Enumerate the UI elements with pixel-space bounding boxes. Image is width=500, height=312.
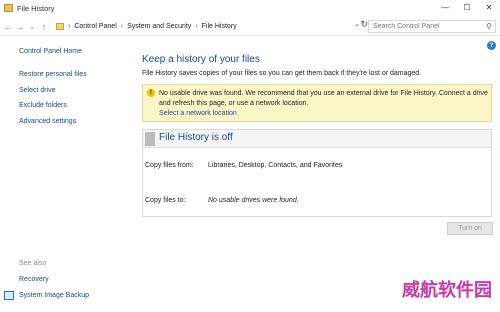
status-panel-header: File History is off: [143, 130, 491, 148]
warning-text: No usable drive was found. We recommend …: [159, 90, 488, 107]
status-title: File History is off: [159, 132, 233, 143]
control-panel-home-link[interactable]: Control Panel Home: [19, 48, 82, 55]
status-panel: File History is off Copy files from: Lib…: [142, 129, 492, 217]
control-panel-icon: [56, 23, 64, 30]
sidebar-item-restore-personal-files[interactable]: Restore personal files: [19, 71, 87, 78]
warning-icon: !: [147, 89, 155, 97]
maximize-button[interactable]: ☐: [456, 0, 478, 14]
refresh-icon[interactable]: ↻: [360, 19, 368, 30]
sidebar-item-advanced-settings[interactable]: Advanced settings: [19, 118, 87, 125]
warning-banner: ! No usable drive was found. We recommen…: [142, 84, 492, 122]
status-indicator: [145, 132, 155, 146]
sidebar-item-select-drive[interactable]: Select drive: [19, 87, 87, 94]
breadcrumb-control-panel[interactable]: Control Panel: [74, 23, 116, 30]
copy-to-label: Copy files to:: [145, 197, 186, 204]
see-also-system-image-backup-link[interactable]: System Image Backup: [19, 292, 89, 299]
minimize-button[interactable]: —: [434, 0, 456, 14]
search-input[interactable]: [369, 23, 483, 30]
recent-locations-chevron-icon[interactable]: ⌄: [26, 20, 38, 34]
see-also-heading: See also: [19, 260, 47, 267]
copy-from-label: Copy files from:: [145, 162, 194, 169]
sidebar-item-exclude-folders[interactable]: Exclude folders: [19, 102, 87, 109]
see-also-recovery-link[interactable]: Recovery: [19, 276, 49, 283]
breadcrumb-system-and-security[interactable]: System and Security: [127, 23, 191, 30]
copy-to-value: No usable drives were found.: [208, 197, 299, 204]
breadcrumb-file-history[interactable]: File History: [202, 23, 237, 30]
close-button[interactable]: ✕: [478, 0, 500, 14]
help-icon[interactable]: ?: [487, 41, 496, 50]
back-arrow-icon[interactable]: ←: [2, 20, 14, 34]
system-image-backup-icon: [4, 291, 14, 300]
file-history-icon: [4, 4, 13, 12]
window-title: File History: [17, 3, 55, 13]
page-title: Keep a history of your files: [142, 54, 260, 65]
search-box[interactable]: ⚲: [368, 20, 496, 33]
search-icon[interactable]: ⚲: [483, 22, 495, 31]
watermark-logo: 威航软件园: [402, 280, 492, 301]
title-bar: File History — ☐ ✕: [0, 0, 500, 16]
breadcrumb-separator-icon[interactable]: ›: [121, 23, 123, 30]
select-network-location-link[interactable]: Select a network location: [159, 110, 237, 117]
forward-arrow-icon[interactable]: →: [14, 20, 26, 34]
address-dropdown-icon[interactable]: ⌄: [354, 20, 360, 28]
sidebar: Control Panel Home Restore personal file…: [0, 36, 130, 312]
breadcrumb-separator-icon[interactable]: ›: [68, 23, 70, 30]
sidebar-links: Restore personal files Select drive Excl…: [19, 71, 87, 133]
page-description: File History saves copies of your files …: [142, 70, 422, 77]
breadcrumb: › Control Panel › System and Security › …: [56, 20, 237, 34]
up-arrow-icon[interactable]: ↑: [38, 20, 50, 34]
window-controls: — ☐ ✕: [434, 0, 500, 14]
address-bar: ← → ⌄ ↑ › Control Panel › System and Sec…: [0, 18, 500, 36]
copy-from-value: Libraries, Desktop, Contacts, and Favori…: [208, 162, 343, 169]
turn-on-button[interactable]: Turn on: [447, 222, 493, 235]
breadcrumb-separator-icon[interactable]: ›: [195, 23, 197, 30]
